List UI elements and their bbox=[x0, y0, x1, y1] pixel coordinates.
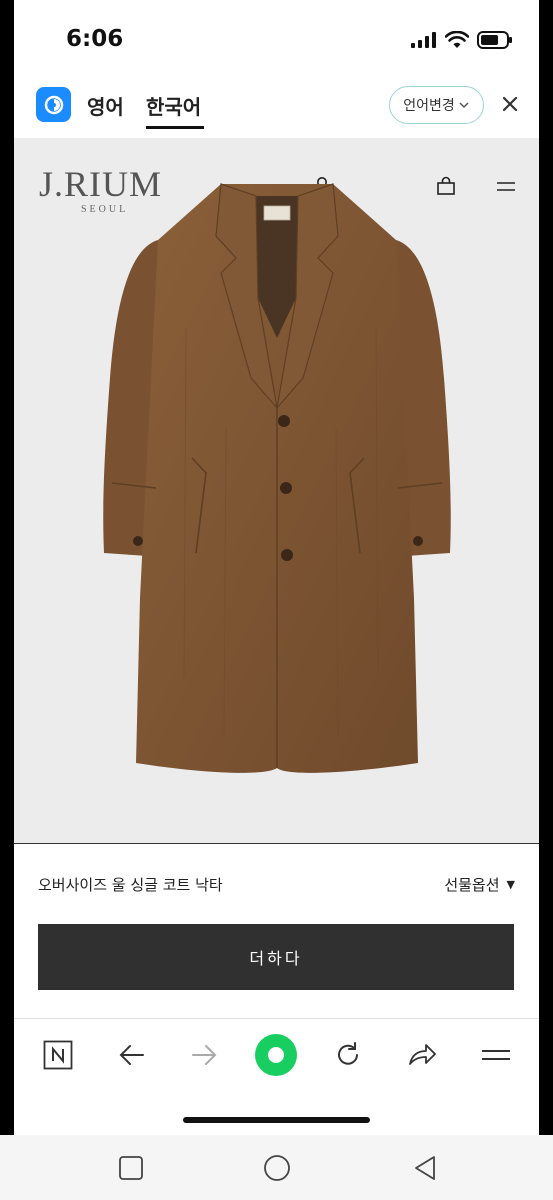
home-indicator bbox=[183, 1117, 370, 1123]
battery-icon bbox=[477, 31, 512, 49]
status-bar: 6:06 bbox=[14, 0, 539, 80]
product-name: 오버사이즈 울 싱글 코트 낙타 bbox=[38, 876, 223, 894]
back-icon[interactable] bbox=[114, 1037, 150, 1073]
status-time: 6:06 bbox=[66, 26, 124, 52]
home-icon[interactable] bbox=[254, 1033, 298, 1077]
product-bar: 오버사이즈 울 싱글 코트 낙타 선물옵션 ▼ 더하다 bbox=[14, 843, 539, 1018]
reload-icon[interactable] bbox=[330, 1037, 366, 1073]
menu-icon[interactable] bbox=[478, 1037, 514, 1073]
translate-bar: 영어 한국어 언어변경 bbox=[14, 80, 539, 138]
change-language-label: 언어변경 bbox=[403, 98, 455, 114]
change-language-button[interactable]: 언어변경 bbox=[389, 86, 484, 124]
signal-icon bbox=[411, 32, 436, 48]
product-page: J.RIUM SEOUL bbox=[14, 138, 539, 843]
back-icon[interactable] bbox=[410, 1153, 440, 1183]
close-icon[interactable] bbox=[499, 93, 521, 115]
share-icon[interactable] bbox=[404, 1037, 440, 1073]
target-language-tab[interactable]: 한국어 bbox=[146, 91, 201, 120]
product-image[interactable] bbox=[96, 178, 458, 778]
wifi-icon bbox=[445, 31, 469, 48]
browser-toolbar bbox=[14, 1018, 539, 1135]
naver-icon[interactable] bbox=[40, 1037, 76, 1073]
menu-icon[interactable] bbox=[494, 174, 518, 198]
active-tab-indicator bbox=[146, 126, 204, 129]
gift-option-dropdown[interactable]: 선물옵션 ▼ bbox=[444, 874, 515, 895]
papago-logo-icon bbox=[36, 87, 71, 122]
gift-option-label: 선물옵션 bbox=[444, 876, 500, 894]
status-icons bbox=[411, 31, 513, 49]
home-icon[interactable] bbox=[262, 1153, 292, 1183]
android-nav-bar bbox=[0, 1135, 553, 1200]
caret-down-icon: ▼ bbox=[506, 878, 515, 891]
phone-screen: 6:06 영어 한국어 언어변경 J.RIUM SEOUL 오버사이즈 울 싱글… bbox=[14, 0, 539, 1135]
add-to-cart-button[interactable]: 더하다 bbox=[38, 924, 514, 990]
forward-icon[interactable] bbox=[186, 1037, 222, 1073]
recents-icon[interactable] bbox=[116, 1153, 146, 1183]
source-language-tab[interactable]: 영어 bbox=[87, 91, 124, 120]
chevron-down-icon bbox=[459, 102, 469, 109]
